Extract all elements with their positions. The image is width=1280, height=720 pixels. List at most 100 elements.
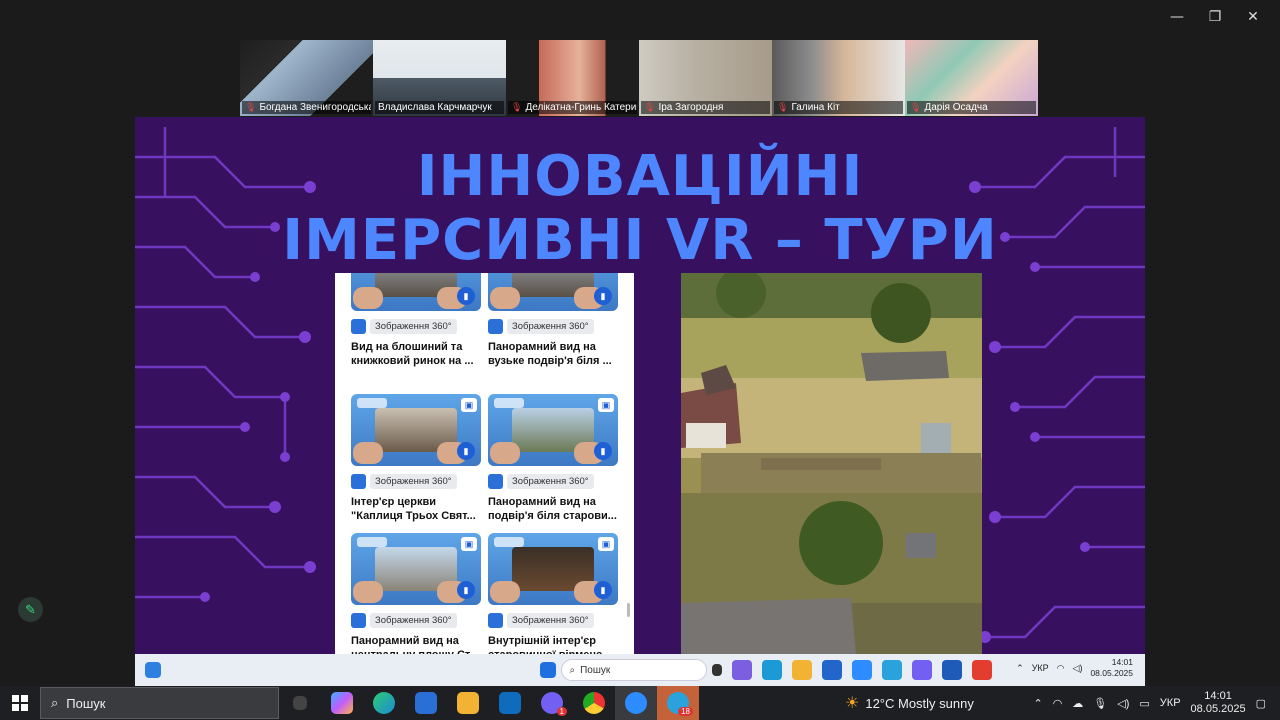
- bookmark-icon[interactable]: ▮: [457, 581, 475, 599]
- taskbar-search[interactable]: ⌕ Пошук: [40, 687, 279, 719]
- restore-button[interactable]: ❐: [1196, 6, 1234, 28]
- shared-time: 14:01: [1111, 657, 1133, 667]
- vr-tour-list: ▮ Зображення 360° Вид на блошиний та кни…: [335, 273, 634, 654]
- bookmark-icon[interactable]: ▮: [457, 442, 475, 460]
- list-item[interactable]: ▣ ▮ Зображення 360° Внутрішній інтер'єр с…: [488, 533, 620, 654]
- edge-icon: [761, 660, 782, 680]
- clock-date: 08.05.2025: [1190, 703, 1246, 715]
- chrome-icon: [583, 692, 605, 714]
- mic-off-icon: 🎙: [910, 102, 922, 112]
- copilot-icon: [731, 660, 752, 680]
- participant-strip: 🎙 Богдана Звенигородська Владислава Карчм…: [240, 40, 1040, 116]
- participant-tile[interactable]: 🎙 Дарія Осадча: [905, 40, 1038, 116]
- system-tray: ⌃ ◠ ☁ 🎙 ◁) ▭ УКР 14:01 08.05.2025 ▢: [1033, 686, 1280, 720]
- edge-icon: [373, 692, 395, 714]
- minimize-button[interactable]: —: [1158, 6, 1196, 28]
- panorama-icon: [351, 613, 366, 628]
- widgets-icon: [145, 662, 161, 678]
- search-icon: ⌕: [51, 695, 59, 710]
- card-title: Вид на блошиний та книжковий ринок на ..…: [351, 341, 474, 367]
- annotate-pencil-icon[interactable]: ✎: [18, 597, 43, 622]
- shared-search-box: ⌕ Пошук: [560, 659, 707, 681]
- cloud-icon[interactable]: ☁: [1072, 697, 1083, 710]
- shared-date: 08.05.2025: [1090, 668, 1133, 678]
- card-title: Панорамний вид на подвір'я біля старови.…: [488, 496, 617, 522]
- participant-tile[interactable]: 🎙 Богдана Звенигородська: [240, 40, 373, 116]
- viber-button[interactable]: 1: [531, 686, 573, 720]
- card-title: Панорамний вид на центральну площу Ст...: [351, 635, 479, 654]
- clock[interactable]: 14:01 08.05.2025: [1191, 690, 1246, 716]
- list-item[interactable]: ▣ ▮ Зображення 360° Панорамний вид на под…: [488, 394, 620, 523]
- aerial-village-photo: [681, 273, 982, 654]
- bookmark-icon[interactable]: ▮: [457, 287, 475, 305]
- taskbar: ⌕ Пошук 1 18 ☀ 12°C Mostly sunny ⌃ ◠ ☁ 🎙…: [0, 686, 1280, 720]
- slide-title: ІННОВАЦІЙНІ ІМЕРСИВНІ VR – ТУРИ: [135, 145, 1145, 273]
- word-icon: [941, 660, 962, 680]
- telegram-icon: [881, 660, 902, 680]
- task-view-button[interactable]: [279, 686, 321, 720]
- task-view-icon: [293, 696, 307, 710]
- store-button[interactable]: [405, 686, 447, 720]
- battery-icon[interactable]: ▭: [1139, 697, 1149, 710]
- gift-icon: ▣: [461, 537, 477, 551]
- mic-off-icon: 🎙: [777, 102, 789, 112]
- card-title: Панорамний вид на вузьке подвір'я біля .…: [488, 341, 612, 367]
- participant-tile[interactable]: 🎙 Іра Загородня: [639, 40, 772, 116]
- zoom-icon: [625, 692, 647, 714]
- bookmark-icon[interactable]: ▮: [594, 442, 612, 460]
- participant-tile[interactable]: 🎙 Делікатна-Гринь Катерина: [506, 40, 639, 116]
- weather-widget[interactable]: ☀ 12°C Mostly sunny: [845, 686, 974, 720]
- wifi-icon: ◠: [1056, 662, 1065, 673]
- panorama-icon: [351, 474, 366, 489]
- sun-icon: ☀: [845, 695, 860, 712]
- badge: Зображення 360°: [370, 474, 457, 489]
- bookmark-icon[interactable]: ▮: [594, 581, 612, 599]
- notifications-icon[interactable]: ▢: [1256, 697, 1266, 710]
- search-icon: ⌕: [569, 664, 576, 676]
- slide-title-line1: ІННОВАЦІЙНІ: [416, 144, 864, 209]
- scrollbar[interactable]: [627, 603, 630, 617]
- list-item[interactable]: ▮ Зображення 360° Вид на блошиний та кни…: [351, 273, 483, 368]
- zoom-button[interactable]: [615, 686, 657, 720]
- input-lang[interactable]: УКР: [1160, 697, 1181, 709]
- zoom-icon: [851, 660, 872, 680]
- mic-off-icon: 🎙: [245, 102, 257, 112]
- shared-tray: ⌃ УКР ◠ ◁) 14:01 08.05.2025: [1016, 657, 1133, 679]
- volume-icon[interactable]: ◁): [1117, 697, 1129, 710]
- participant-tile-speaking[interactable]: Владислава Карчмарчук: [373, 40, 506, 116]
- network-icon[interactable]: ◠: [1053, 697, 1063, 710]
- participant-tile[interactable]: 🎙 Галина Кіт: [772, 40, 905, 116]
- telegram-count: 18: [678, 707, 693, 716]
- telegram-button[interactable]: 18: [657, 686, 699, 720]
- participant-name: Делікатна-Гринь Катерина: [525, 102, 637, 113]
- microphone-icon[interactable]: 🎙: [1093, 697, 1107, 710]
- viber-count: 1: [556, 707, 567, 716]
- chrome-button[interactable]: [573, 686, 615, 720]
- list-item[interactable]: ▣ ▮ Зображення 360° Панорамний вид на цен…: [351, 533, 483, 654]
- explorer-button[interactable]: [447, 686, 489, 720]
- start-icon: [539, 662, 556, 678]
- list-item[interactable]: ▣ ▮ Зображення 360° Інтер'єр церкви "Капл…: [351, 394, 483, 523]
- task-view-icon: [711, 664, 722, 676]
- panorama-icon: [351, 319, 366, 334]
- screen: — ❐ ✕ 🎙 Богдана Звенигородська Владислава…: [0, 0, 1280, 720]
- outlook-button[interactable]: [489, 686, 531, 720]
- taskbar-search-label: Пошук: [66, 695, 106, 711]
- window-controls: — ❐ ✕: [1158, 6, 1272, 28]
- chevron-up-icon[interactable]: ⌃: [1033, 697, 1042, 710]
- chrome-icon: [971, 660, 992, 680]
- gift-icon: ▣: [598, 398, 614, 412]
- mic-off-icon: 🎙: [644, 102, 656, 112]
- participant-name: Богдана Звенигородська: [259, 102, 371, 113]
- close-button[interactable]: ✕: [1234, 6, 1272, 28]
- chevron-up-icon: ⌃: [1016, 662, 1024, 673]
- bookmark-icon[interactable]: ▮: [594, 287, 612, 305]
- edge-button[interactable]: [363, 686, 405, 720]
- badge: Зображення 360°: [507, 319, 594, 334]
- store-icon: [415, 692, 437, 714]
- copilot-button[interactable]: [321, 686, 363, 720]
- copilot-icon: [331, 692, 353, 714]
- list-item[interactable]: ▮ Зображення 360° Панорамний вид на вузь…: [488, 273, 620, 368]
- start-button[interactable]: [0, 686, 40, 720]
- participant-name: Галина Кіт: [791, 102, 840, 113]
